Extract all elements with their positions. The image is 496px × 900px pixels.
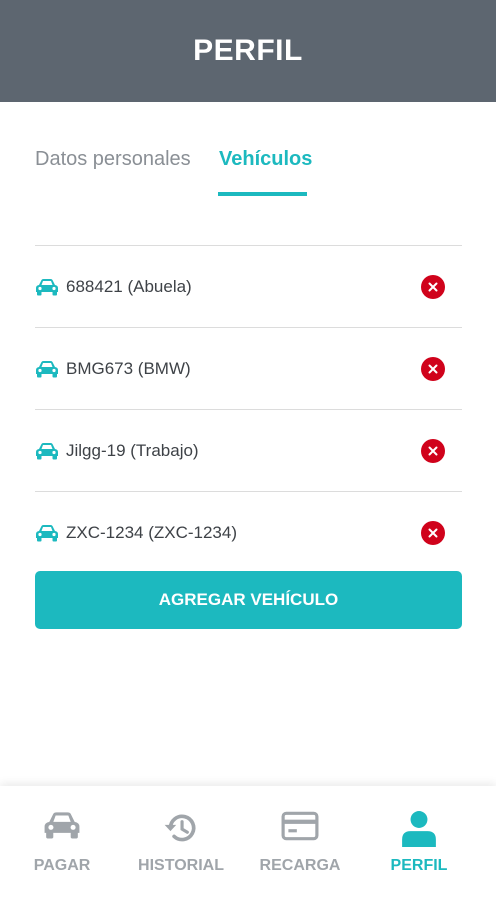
user-icon: [402, 811, 436, 847]
nav-label: RECARGA: [259, 857, 341, 874]
vehicle-list: 688421 (Abuela) BMG673 (BMW) Jilgg-19 (T: [35, 245, 462, 573]
vehicle-row: BMG673 (BMW): [35, 327, 462, 409]
delete-vehicle-button[interactable]: [421, 356, 445, 381]
history-icon: [164, 814, 196, 842]
nav-item-perfil[interactable]: PERFIL: [357, 786, 481, 900]
nav-item-recarga[interactable]: RECARGA: [238, 786, 362, 900]
vehicle-row: Jilgg-19 (Trabajo): [35, 409, 462, 491]
add-vehicle-button[interactable]: AGREGAR VEHÍCULO: [35, 571, 462, 629]
app-header: PERFIL: [0, 0, 496, 102]
car-icon: [36, 442, 58, 459]
close-icon: [428, 282, 438, 291]
delete-vehicle-button[interactable]: [421, 520, 445, 545]
nav-item-pagar[interactable]: PAGAR: [0, 786, 124, 900]
vehicle-label: Jilgg-19 (Trabajo): [66, 440, 199, 460]
vehicle-row: ZXC-1234 (ZXC-1234): [35, 491, 462, 573]
vehicle-label: ZXC-1234 (ZXC-1234): [66, 522, 238, 542]
active-tab-indicator: [218, 192, 307, 196]
nav-label: HISTORIAL: [138, 857, 224, 874]
delete-vehicle-button[interactable]: [421, 274, 445, 299]
tab-datos-personales[interactable]: Datos personales: [35, 148, 191, 171]
car-icon: [36, 524, 58, 541]
vehicle-row: 688421 (Abuela): [35, 245, 462, 327]
nav-label: PAGAR: [33, 857, 91, 874]
close-icon: [428, 528, 438, 537]
car-icon: [44, 812, 80, 839]
tab-vehiculos[interactable]: Vehículos: [219, 148, 312, 171]
delete-vehicle-button[interactable]: [421, 438, 445, 463]
page-title: PERFIL: [193, 34, 303, 67]
close-icon: [428, 364, 438, 373]
car-icon: [36, 360, 58, 377]
credit-card-icon: [281, 811, 319, 841]
car-icon: [36, 278, 58, 295]
close-icon: [428, 446, 438, 455]
vehicle-label: BMG673 (BMW): [66, 358, 191, 378]
vehicle-label: 688421 (Abuela): [66, 276, 192, 296]
nav-label: PERFIL: [390, 857, 448, 874]
nav-item-historial[interactable]: HISTORIAL: [119, 786, 243, 900]
bottom-nav: PAGAR HISTORIAL RECARGA PERFIL: [0, 786, 496, 900]
